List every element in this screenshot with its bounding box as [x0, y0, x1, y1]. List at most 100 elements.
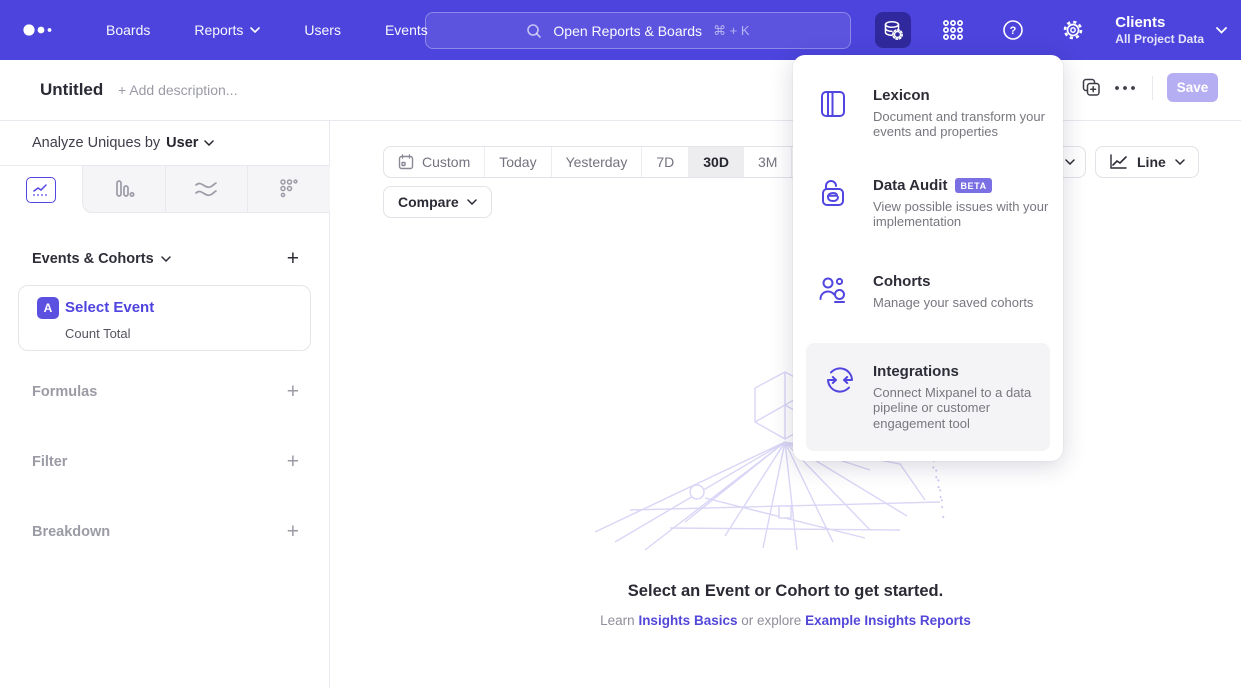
stacked-area-icon — [194, 179, 218, 199]
save-button[interactable]: Save — [1167, 73, 1218, 102]
query-builder-sidebar: Analyze Uniques by User — [0, 121, 330, 688]
menu-item-title: Cohorts — [873, 273, 931, 290]
chart-type-selector[interactable]: Line — [1095, 146, 1199, 178]
chevron-down-icon — [161, 256, 171, 262]
tab-stacked-chart[interactable] — [165, 166, 248, 213]
compare-label: Compare — [398, 194, 459, 210]
calendar-icon — [398, 154, 414, 170]
chevron-down-icon — [250, 27, 260, 33]
menu-item-description: Manage your saved cohorts — [873, 295, 1051, 310]
select-event-label[interactable]: Select Event — [65, 299, 154, 316]
add-breakdown-button[interactable]: + — [287, 521, 299, 542]
chevron-down-icon — [467, 199, 477, 205]
beta-badge: BETA — [955, 178, 991, 193]
metrics-dots-icon — [278, 178, 300, 200]
settings-button[interactable] — [1055, 12, 1091, 48]
line-chart-icon — [26, 177, 56, 203]
menu-item-description: Connect Mixpanel to a data pipeline or c… — [873, 385, 1050, 431]
project-selector[interactable]: Clients All Project Data — [1115, 14, 1227, 47]
nav-item-label: Users — [304, 22, 341, 38]
data-audit-icon — [819, 179, 847, 209]
add-formula-button[interactable]: + — [287, 381, 299, 402]
global-search-input[interactable]: Open Reports & Boards ⌘ + K — [425, 12, 851, 49]
nav-item-label: Events — [385, 22, 428, 38]
svg-text:?: ? — [1010, 25, 1017, 37]
tab-metrics[interactable] — [247, 166, 330, 213]
data-management-button[interactable] — [875, 12, 911, 48]
date-range-custom[interactable]: Custom — [384, 147, 484, 177]
date-range-control: Custom Today Yesterday 7D 30D 3M 6M — [383, 146, 841, 178]
menu-item-title: Data Audit — [873, 177, 947, 194]
help-icon: ? — [1002, 19, 1024, 41]
more-options-button[interactable] — [1108, 74, 1142, 102]
date-range-yesterday[interactable]: Yesterday — [551, 147, 642, 177]
nav-item-users[interactable]: Users — [304, 22, 341, 38]
menu-item-title: Integrations — [873, 363, 959, 380]
nav-right-cluster: ? Clients All Project Data — [875, 0, 1227, 60]
menu-item-data-audit[interactable]: Data Audit BETA View possible issues wit… — [793, 177, 1063, 230]
chevron-down-icon — [1175, 159, 1185, 165]
nav-item-reports[interactable]: Reports — [194, 22, 260, 38]
menu-item-integrations[interactable]: Integrations Connect Mixpanel to a data … — [806, 343, 1050, 451]
analyze-uniques-selector[interactable]: Analyze Uniques by User — [32, 135, 214, 151]
count-total-label[interactable]: Count Total — [65, 326, 131, 341]
top-nav: Boards Reports Users Events Open Reports… — [0, 0, 1241, 60]
tab-bar-chart[interactable] — [82, 166, 165, 213]
mixpanel-insights-app: Boards Reports Users Events Open Reports… — [0, 0, 1241, 688]
date-range-3m[interactable]: 3M — [743, 147, 791, 177]
project-name: Clients — [1115, 14, 1204, 33]
chevron-down-icon — [1065, 159, 1075, 165]
learn-prefix: Learn — [600, 613, 635, 628]
formulas-label: Formulas — [32, 384, 97, 400]
menu-item-description: View possible issues with your implement… — [873, 199, 1051, 230]
search-icon — [526, 23, 542, 39]
events-cohorts-label: Events & Cohorts — [32, 251, 154, 267]
lexicon-book-icon — [819, 89, 847, 119]
events-cohorts-header: Events & Cohorts + — [32, 248, 299, 269]
date-range-7d[interactable]: 7D — [641, 147, 688, 177]
duplicate-button[interactable] — [1074, 74, 1108, 102]
insights-basics-link[interactable]: Insights Basics — [638, 613, 737, 628]
line-chart-icon — [1109, 154, 1128, 170]
mixpanel-logo-icon[interactable] — [22, 22, 62, 38]
chevron-down-icon — [1216, 27, 1227, 34]
analyze-value: User — [166, 135, 198, 151]
empty-state-links: Learn Insights Basics or explore Example… — [330, 613, 1241, 628]
example-reports-link[interactable]: Example Insights Reports — [805, 613, 971, 628]
event-series-badge: A — [37, 297, 59, 319]
date-range-30d-selected[interactable]: 30D — [688, 147, 743, 177]
compare-button[interactable]: Compare — [383, 186, 492, 218]
help-button[interactable]: ? — [995, 12, 1031, 48]
formulas-section: Formulas + — [32, 381, 299, 402]
gear-icon — [1062, 19, 1084, 41]
event-card[interactable]: A Select Event Count Total — [18, 285, 311, 351]
menu-item-lexicon[interactable]: Lexicon Document and transform your even… — [793, 87, 1063, 140]
duplicate-icon — [1082, 78, 1101, 97]
nav-item-label: Reports — [194, 22, 243, 38]
cohorts-users-icon — [818, 275, 848, 303]
events-cohorts-label-row[interactable]: Events & Cohorts — [32, 251, 171, 267]
report-actions: Save — [1074, 73, 1218, 102]
date-range-today[interactable]: Today — [484, 147, 550, 177]
report-title[interactable]: Untitled — [40, 80, 103, 100]
bar-chart-icon — [113, 178, 135, 200]
search-shortcut: ⌘ + K — [713, 23, 750, 39]
database-gear-icon — [882, 19, 904, 41]
report-description-placeholder[interactable]: + Add description... — [118, 82, 237, 98]
chart-type-label: Line — [1137, 154, 1166, 170]
grid-icon — [942, 19, 964, 41]
add-event-button[interactable]: + — [287, 248, 299, 269]
add-filter-button[interactable]: + — [287, 451, 299, 472]
data-management-menu: Lexicon Document and transform your even… — [793, 55, 1063, 461]
analyze-label: Analyze Uniques by — [32, 135, 160, 151]
menu-item-cohorts[interactable]: Cohorts Manage your saved cohorts — [793, 273, 1063, 310]
chart-type-tabs — [0, 165, 330, 213]
apps-grid-button[interactable] — [935, 12, 971, 48]
tab-line-chart[interactable] — [0, 166, 82, 213]
chevron-down-icon — [204, 140, 214, 146]
menu-item-title: Lexicon — [873, 87, 930, 104]
divider — [1152, 76, 1153, 100]
nav-item-boards[interactable]: Boards — [106, 22, 150, 38]
nav-item-events[interactable]: Events — [385, 22, 428, 38]
breakdown-label: Breakdown — [32, 524, 110, 540]
